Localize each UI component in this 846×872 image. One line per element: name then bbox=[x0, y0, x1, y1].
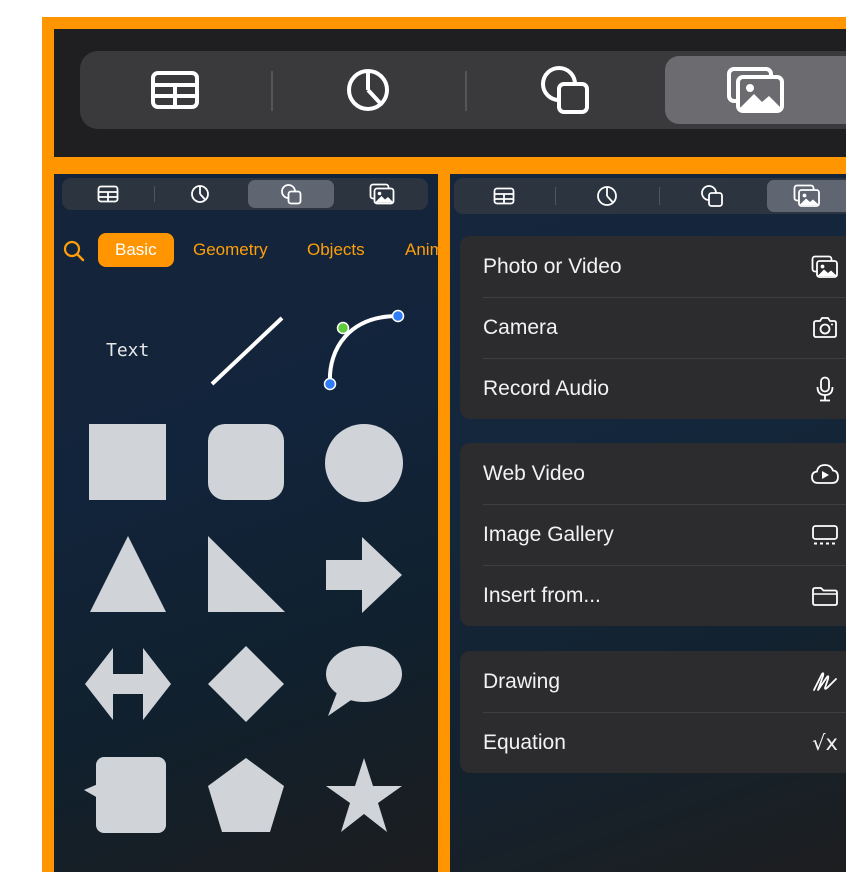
top-tab-table[interactable] bbox=[80, 56, 270, 124]
top-tab-media[interactable] bbox=[665, 56, 846, 124]
left-highlight-frame bbox=[42, 162, 450, 872]
media-icon bbox=[726, 67, 784, 113]
right-highlight-frame bbox=[438, 162, 846, 872]
chart-icon bbox=[347, 69, 389, 111]
top-insert-toolbar bbox=[80, 51, 846, 129]
top-tab-chart[interactable] bbox=[272, 56, 464, 124]
top-tab-shapes[interactable] bbox=[466, 56, 664, 124]
shapes-icon bbox=[541, 66, 589, 114]
table-icon bbox=[151, 71, 199, 109]
